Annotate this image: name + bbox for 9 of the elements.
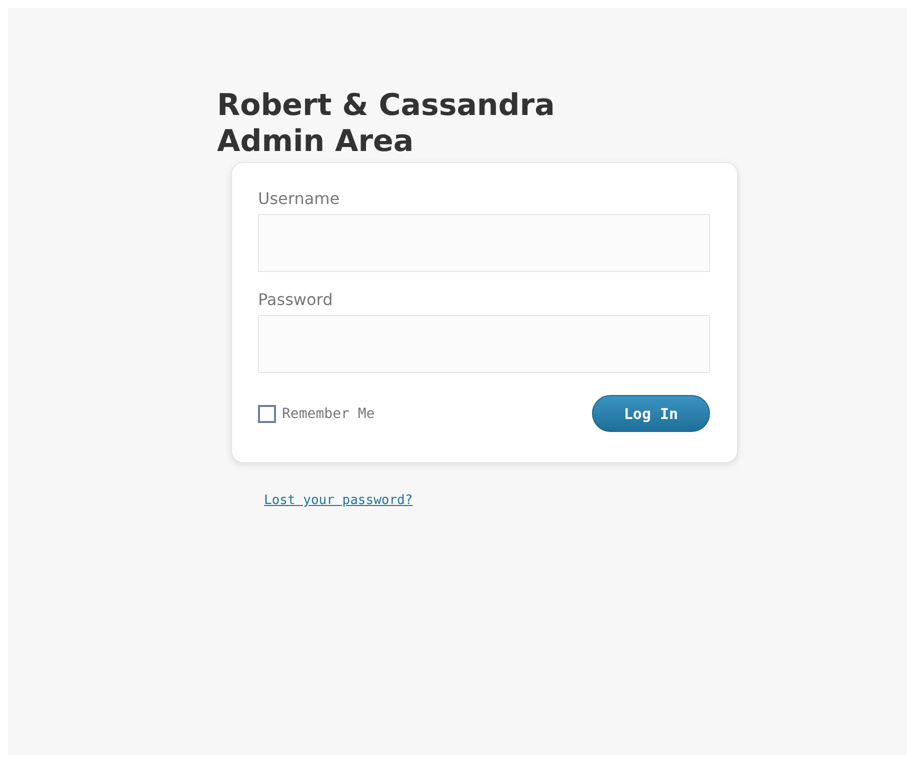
input-field[interactable] (258, 214, 710, 272)
field-label: Password (258, 290, 334, 309)
site-title: Robert & Cassandra Admin Area (217, 88, 556, 160)
lost-password-link[interactable]: Lost your password? (264, 493, 413, 508)
field-label: Username (258, 189, 341, 208)
login-button[interactable]: Log In (592, 395, 710, 432)
remember-label: Remember Me (282, 406, 375, 422)
remember-checkbox[interactable] (258, 404, 276, 422)
input-field[interactable] (258, 315, 710, 373)
